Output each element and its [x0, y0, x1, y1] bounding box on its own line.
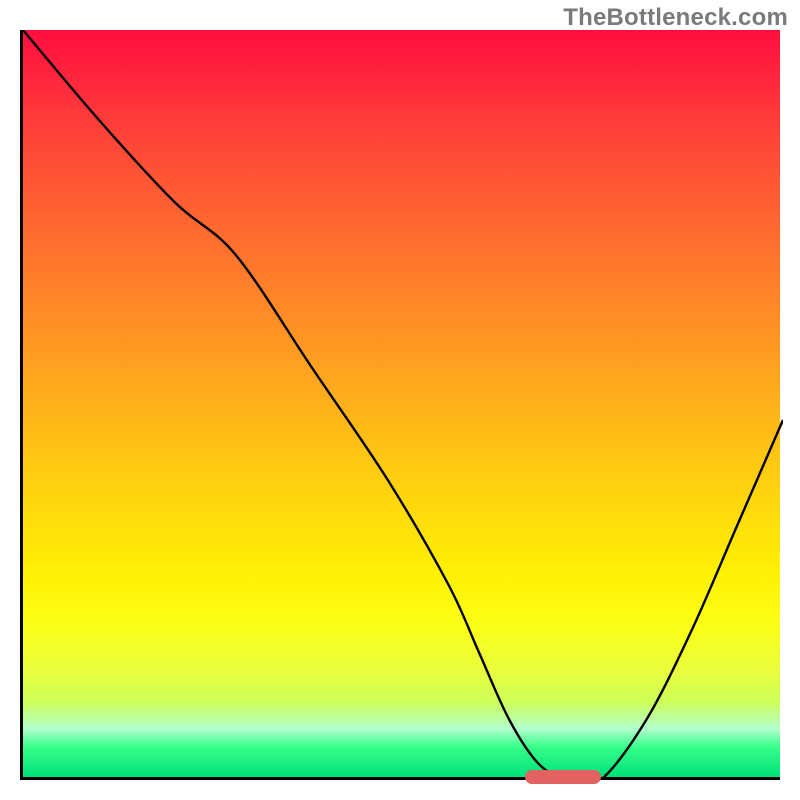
optimal-range-marker — [525, 770, 601, 784]
bottleneck-curve — [23, 30, 783, 780]
chart-plot-area — [20, 30, 780, 780]
watermark-text: TheBottleneck.com — [563, 4, 788, 32]
